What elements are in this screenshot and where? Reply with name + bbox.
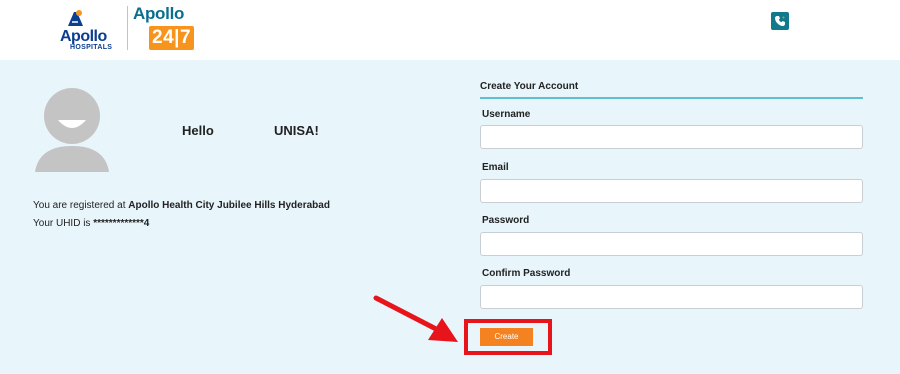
form-title-divider [480,97,863,99]
site-header: Apollo HOSPITALS Apollo 24|7 [0,0,900,60]
username-input[interactable] [480,125,863,149]
phone-icon [775,16,785,26]
avatar [35,88,109,172]
user-name: UNISA! [274,123,319,138]
form-title: Create Your Account [480,81,579,92]
registered-location: Apollo Health City Jubilee Hills Hyderab… [128,200,330,211]
apollo-logo-mark-icon [68,10,83,26]
uhid-info: Your UHID is *************4 [33,218,149,229]
registered-info: You are registered at Apollo Health City… [33,200,330,211]
confirm-password-label: Confirm Password [482,268,571,279]
apollo-247-word: Apollo [133,4,185,23]
apollo-hospitals-logo[interactable]: Apollo HOSPITALS [58,6,124,54]
registered-prefix: You are registered at [33,200,129,211]
apollo-247-number: 24|7 [149,26,195,50]
create-button[interactable]: Create [480,328,533,346]
password-label: Password [482,215,530,226]
confirm-password-input[interactable] [480,285,863,309]
hello-greeting: Hello [182,123,214,138]
username-label: Username [482,109,531,120]
phone-button[interactable] [771,12,789,30]
email-label: Email [482,162,509,173]
password-input[interactable] [480,232,863,256]
logo-divider [127,6,128,50]
pointer-arrow-icon [373,295,458,342]
uhid-prefix: Your UHID is [33,218,94,229]
hospitals-logo-text: HOSPITALS [70,44,113,51]
apollo-247-logo[interactable]: Apollo 24|7 [133,4,195,54]
email-input[interactable] [480,179,863,203]
uhid-value: *************4 [93,218,150,229]
